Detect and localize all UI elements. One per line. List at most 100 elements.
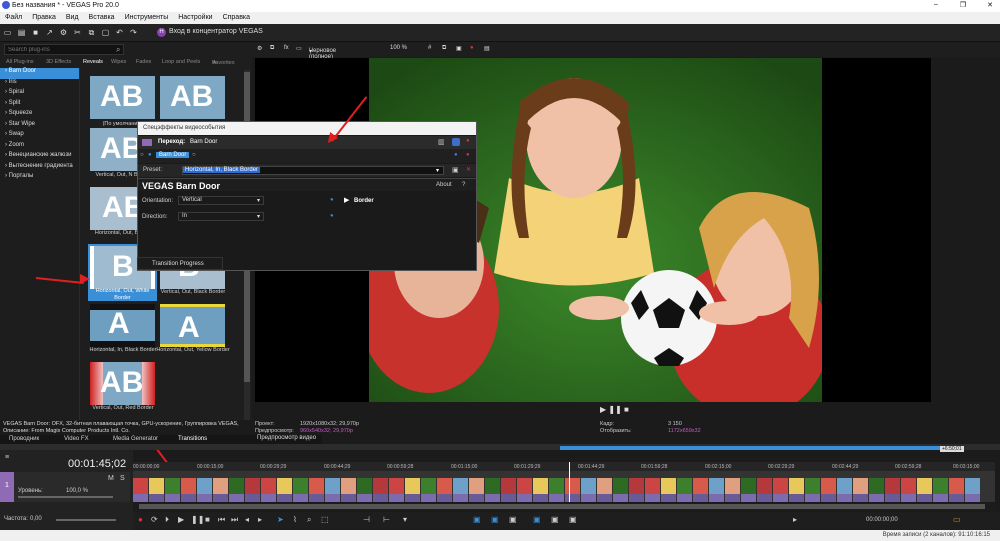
pause-button[interactable]: ❚❚ [191, 515, 204, 524]
maximize-button[interactable]: ❐ [955, 1, 971, 9]
tab-reveals[interactable]: Reveals [83, 59, 103, 65]
prev-frame-button[interactable]: ◂ [245, 515, 249, 524]
clip-thumbnails[interactable] [133, 478, 983, 502]
selection-tool-icon[interactable]: ⬚ [321, 515, 329, 524]
loop-region-bar[interactable] [560, 446, 940, 450]
save-icon[interactable]: ■ [31, 28, 40, 37]
grid-icon[interactable]: # [428, 45, 431, 51]
save-preset-icon[interactable]: ▣ [452, 166, 459, 174]
ignore-grouping-icon[interactable]: ▣ [569, 515, 577, 524]
tab-video-fx[interactable]: Video FX [64, 436, 89, 442]
save-snapshot-icon[interactable]: ▣ [456, 45, 462, 52]
close-button[interactable]: ✕ [982, 1, 998, 9]
render-icon[interactable]: ↗ [45, 28, 54, 37]
category-item[interactable]: › Порталы [0, 173, 79, 184]
new-icon[interactable]: ▭ [3, 28, 12, 37]
snap-icon[interactable]: ▣ [473, 515, 481, 524]
record-icon[interactable]: ● [470, 45, 474, 51]
orientation-dropdown[interactable]: Vertical ▾ [178, 196, 264, 205]
preset-thumb[interactable]: AB [160, 76, 225, 119]
timeline-ruler[interactable]: 00:00:00;00 00:00:15;00 00:00:29;29 00:0… [133, 462, 995, 472]
overlay-icon[interactable]: ▤ [484, 45, 490, 52]
playhead[interactable] [569, 462, 570, 502]
category-item[interactable]: › Star Wipe [0, 121, 79, 132]
solo-button[interactable]: S [120, 475, 125, 482]
tab-wipes[interactable]: Wipes [111, 59, 126, 65]
category-item[interactable]: › Вытеснение градиента [0, 163, 79, 174]
chain-view-icon[interactable] [452, 138, 460, 146]
menu-file[interactable]: Файл [0, 12, 27, 21]
category-item[interactable]: › Spiral [0, 89, 79, 100]
lock-envelopes-icon[interactable]: ▣ [509, 515, 517, 524]
stop-icon[interactable]: ■ [624, 405, 629, 414]
preset-thumb[interactable]: A [90, 304, 155, 347]
category-item[interactable]: › Barn Door [0, 68, 79, 79]
mute-button[interactable]: M [108, 475, 114, 482]
layout-icon[interactable]: ▥ [438, 138, 445, 146]
loop-button[interactable]: ⟳ [151, 515, 158, 524]
split-icon[interactable]: ⊣ [363, 515, 370, 524]
scroll-thumb[interactable] [139, 504, 985, 509]
fx-icon[interactable]: fx [284, 45, 289, 51]
tab-loop-and-peels[interactable]: Loop and Peels [162, 59, 200, 65]
plugin-search-input[interactable] [4, 44, 124, 55]
tab-video-preview[interactable]: Предпросмотр видео [252, 435, 322, 444]
chain-plugin-badge[interactable]: Barn Door [156, 152, 190, 158]
search-icon[interactable]: ⌕ [116, 45, 120, 55]
category-item[interactable]: › Swap [0, 131, 79, 142]
paste-icon[interactable]: ▢ [101, 28, 110, 37]
trim-icon[interactable]: ⊢ [383, 515, 390, 524]
category-item[interactable]: › Венецианские жалюзи [0, 152, 79, 163]
envelope-tool-icon[interactable]: ⌇ [293, 515, 297, 524]
auto-crossfade-icon[interactable]: ▣ [533, 515, 541, 524]
menu-insert[interactable]: Вставка [84, 12, 120, 21]
cut-icon[interactable]: ✂ [73, 28, 82, 37]
redo-icon[interactable]: ↷ [129, 28, 138, 37]
tab-all-plugins[interactable]: All Plug-ins [6, 59, 34, 65]
render-region-icon[interactable]: ▭ [953, 515, 961, 524]
tab-3d-effects[interactable]: 3D Effects [46, 59, 71, 65]
rate-slider[interactable] [56, 519, 116, 521]
hub-login-button[interactable]: H Вход в концентратор VEGAS [157, 28, 263, 37]
open-icon[interactable]: ▤ [17, 28, 26, 37]
pause-icon[interactable]: ❚❚ [608, 405, 621, 414]
help-button[interactable]: ? [462, 182, 465, 188]
undo-icon[interactable]: ↶ [115, 28, 124, 37]
zoom-tool-icon[interactable]: ⌕ [307, 515, 311, 525]
stop-button[interactable]: ■ [205, 515, 210, 524]
category-item[interactable]: › Split [0, 100, 79, 111]
tab-fades[interactable]: Fades [136, 59, 151, 65]
group-icon[interactable]: ▣ [551, 515, 559, 524]
expand-triangle-icon[interactable]: ▶ [344, 196, 349, 204]
menu-settings[interactable]: Настройки [173, 12, 217, 21]
menu-help[interactable]: Справка [218, 12, 255, 21]
play-from-start-button[interactable]: ⏵ [165, 515, 169, 525]
preset-thumb[interactable]: A [160, 304, 225, 347]
keyframe-icon[interactable]: ● [330, 213, 334, 219]
copy-icon[interactable]: ⧉ [87, 28, 96, 37]
add-plugin-icon[interactable]: ● [454, 152, 458, 158]
fx-plugin-icon[interactable]: ● [466, 138, 470, 144]
play-button[interactable]: ▶ [178, 515, 184, 524]
next-frame-button[interactable]: ▸ [258, 515, 262, 524]
go-end-button[interactable]: ⏭ [231, 515, 238, 525]
zoom-dropdown[interactable]: 100 % [390, 45, 407, 51]
settings-icon[interactable]: ⚙ [257, 45, 262, 52]
normal-edit-tool-icon[interactable]: ➤ [277, 515, 284, 524]
record-button[interactable]: ● [138, 515, 143, 524]
category-item[interactable]: › Iris [0, 79, 79, 90]
copy-snapshot-icon[interactable]: ⧉ [442, 45, 446, 52]
properties-icon[interactable]: ⚙ [59, 28, 68, 37]
menu-edit[interactable]: Правка [27, 12, 61, 21]
split-icon[interactable]: ⧉ [270, 45, 274, 52]
delete-preset-icon[interactable]: ✕ [466, 166, 471, 173]
category-item[interactable]: › Squeeze [0, 110, 79, 121]
preset-thumb[interactable]: AB [90, 362, 155, 405]
direction-dropdown[interactable]: In ▾ [178, 212, 264, 221]
minimize-button[interactable]: – [928, 1, 944, 8]
category-item[interactable]: › Zoom [0, 142, 79, 153]
external-monitor-icon[interactable]: ▭ [296, 45, 302, 52]
level-slider[interactable] [18, 496, 113, 498]
tab-transitions[interactable]: Transitions [178, 436, 207, 442]
video-track[interactable] [133, 462, 995, 502]
